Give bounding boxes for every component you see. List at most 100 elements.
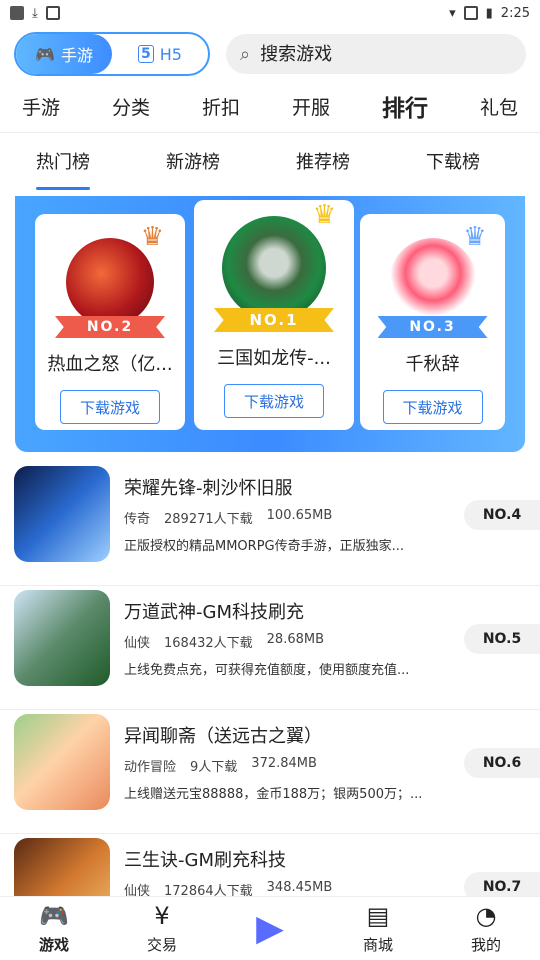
game-thumbnail [14,714,110,810]
nav-games[interactable]: 🎮 游戏 [14,902,94,955]
top-three-podium: ♛ NO.2 热血之怒（亿... 下载游戏 ♛ NO.1 三国如龙传-... 下… [15,196,525,452]
category-ranking[interactable]: 排行 [382,89,428,123]
game-avatar-wrap: ♛ NO.2 [55,224,165,338]
download-icon: ⤓ [32,5,38,21]
crown-icon: ♛ [140,222,164,252]
game-meta: 动作冒险 9人下载 372.84MB [124,756,444,775]
rank-ribbon: NO.2 [55,316,165,338]
bottom-nav: 🎮 游戏 ¥ 交易 ▶ ▤ 商城 ◔ 我的 [0,896,540,960]
nav-label: 游戏 [38,936,69,954]
app-notification-icon [10,6,24,20]
game-thumbnail [14,590,110,686]
game-info: 异闻聊斋（送远古之翼） 动作冒险 9人下载 372.84MB 上线赠送元宝888… [124,714,444,802]
play-icon: ▶ [256,907,284,949]
status-time: 2:25 [500,5,530,21]
search-bar[interactable]: ⌕ [226,34,526,74]
category-mobile[interactable]: 手游 [22,93,60,120]
tab-hot[interactable]: 热门榜 [36,148,90,190]
category-discount[interactable]: 折扣 [202,93,240,120]
nav-play[interactable]: ▶ [230,907,310,949]
game-thumbnail [14,838,110,896]
top-bar: 🎮 手游 5 H5 ⌕ [14,32,526,76]
game-info: 荣耀先锋-刺沙怀旧服 传奇 289271人下载 100.65MB 正版授权的精品… [124,466,444,554]
crown-icon: ♛ [463,222,487,252]
status-icons-left: ⤓ [10,6,60,21]
game-avatar-wrap: ♛ NO.1 [214,202,336,332]
game-info: 三生诀-GM刷充科技 仙侠 172864人下载 348.45MB [124,838,444,896]
wifi-icon: ▾ [449,5,456,21]
gamepad-icon: 🎮 [39,902,69,930]
search-icon: ⌕ [240,43,251,65]
tab-new[interactable]: 新游榜 [166,148,220,180]
category-new-server[interactable]: 开服 [292,93,330,120]
nav-mine[interactable]: ◔ 我的 [446,902,526,955]
sim-icon [463,6,478,20]
rank-badge: NO.7 [464,872,540,896]
divider [0,132,540,133]
game-size: 28.68MB [266,632,325,647]
tab-download[interactable]: 下载榜 [426,148,480,180]
rank-ribbon: NO.3 [377,316,488,338]
game-thumbnail [14,466,110,562]
category-classify[interactable]: 分类 [112,93,150,120]
game-genre: 动作冒险 [124,760,177,775]
game-downloads: 172864人下载 [164,884,253,896]
rank-ribbon: NO.1 [214,308,334,332]
game-size: 372.84MB [251,756,317,771]
store-icon: ▤ [366,902,390,930]
game-name: 三国如龙传-... [217,348,331,369]
nav-store[interactable]: ▤ 商城 [338,902,418,955]
game-name: 热血之怒（亿... [47,354,173,375]
mobile-game-toggle[interactable]: 🎮 手游 [16,34,112,74]
game-list: 荣耀先锋-刺沙怀旧服 传奇 289271人下载 100.65MB 正版授权的精品… [0,462,540,896]
nav-trade[interactable]: ¥ 交易 [122,902,202,955]
game-meta: 仙侠 168432人下载 28.68MB [124,632,444,651]
list-item[interactable]: 万道武神-GM科技刷充 仙侠 168432人下载 28.68MB 上线免费点充，… [0,586,540,710]
status-bar: ⤓ ▾ ▮ 2:25 [0,0,540,26]
category-nav: 手游 分类 折扣 开服 排行 礼包 [22,86,518,126]
platform-toggle: 🎮 手游 5 H5 [14,32,210,76]
nav-label: 商城 [362,936,393,954]
download-button[interactable]: 下载游戏 [224,384,324,418]
user-icon: ◔ [475,902,497,930]
h5-game-toggle[interactable]: 5 H5 [112,34,208,74]
rank-badge: NO.4 [464,500,540,530]
status-icons-right: ▾ ▮ 2:25 [449,6,530,21]
game-downloads: 9人下载 [190,760,238,775]
image-icon [45,6,60,20]
podium-card-third[interactable]: ♛ NO.3 千秋辞 下载游戏 [360,214,505,430]
game-name: 千秋辞 [405,354,460,375]
rank-badge: NO.5 [464,624,540,654]
html5-icon: 5 [138,45,154,63]
game-description: 正版授权的精品MMORPG传奇手游，正版独家... [124,539,405,554]
game-size: 348.45MB [266,880,333,895]
list-item[interactable]: 三生诀-GM刷充科技 仙侠 172864人下载 348.45MB NO.7 [0,834,540,896]
category-gift[interactable]: 礼包 [480,93,518,120]
mobile-game-label: 手游 [60,46,93,65]
nav-label: 我的 [470,936,501,954]
download-button[interactable]: 下载游戏 [60,390,160,424]
game-downloads: 168432人下载 [164,636,253,651]
search-input[interactable] [260,43,512,65]
game-avatar-wrap: ♛ NO.3 [377,224,488,338]
crown-icon: ♛ [312,200,336,230]
trade-icon: ¥ [154,902,170,930]
game-genre: 传奇 [124,512,151,527]
tab-recommend[interactable]: 推荐榜 [296,148,350,180]
game-title: 异闻聊斋（送远古之翼） [124,726,322,747]
game-downloads: 289271人下载 [164,512,253,527]
game-avatar [222,216,326,320]
game-title: 三生诀-GM刷充科技 [124,850,286,871]
list-item[interactable]: 荣耀先锋-刺沙怀旧服 传奇 289271人下载 100.65MB 正版授权的精品… [0,462,540,586]
game-info: 万道武神-GM科技刷充 仙侠 168432人下载 28.68MB 上线免费点充，… [124,590,444,678]
battery-icon: ▮ [485,5,493,21]
podium-card-first[interactable]: ♛ NO.1 三国如龙传-... 下载游戏 [194,200,354,430]
download-button[interactable]: 下载游戏 [382,390,483,424]
game-description: 上线赠送元宝88888，金币188万；银两500万；... [124,787,423,802]
podium-card-second[interactable]: ♛ NO.2 热血之怒（亿... 下载游戏 [35,214,185,430]
game-description: 上线免费点充，可获得充值额度，使用额度充值... [124,663,410,678]
game-size: 100.65MB [266,508,333,523]
rank-badge: NO.6 [464,748,540,778]
list-item[interactable]: 异闻聊斋（送远古之翼） 动作冒险 9人下载 372.84MB 上线赠送元宝888… [0,710,540,834]
h5-label: H5 [159,44,182,64]
